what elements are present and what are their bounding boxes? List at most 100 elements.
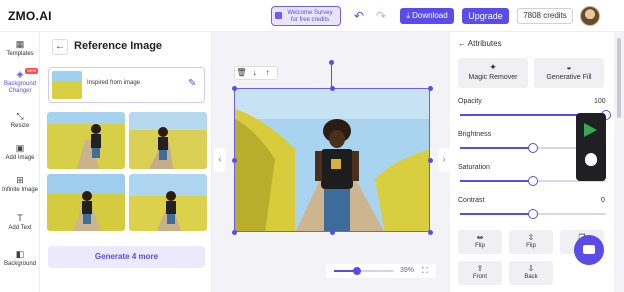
rail-label: Templates xyxy=(6,51,34,57)
gift-icon xyxy=(275,12,282,19)
rail-item-add-text[interactable]: T Add Text xyxy=(0,214,40,232)
rail-item-templates[interactable]: ▦ Templates xyxy=(0,40,40,58)
attributes-header[interactable]: ← Attributes xyxy=(458,39,502,48)
top-bar: ZMO.AI Welcome Survey for free credits ↶… xyxy=(0,0,624,32)
send-back-icon: ⇩ xyxy=(527,264,535,273)
rail-item-background-changer[interactable]: NEW ◈ Background Changer xyxy=(0,68,40,95)
variation-image xyxy=(129,112,207,169)
reference-panel: ← Reference Image Inspired from image ✎ xyxy=(40,32,212,292)
variation-tile[interactable] xyxy=(129,112,207,169)
bring-front-button[interactable]: ⇪ Front xyxy=(458,261,502,285)
attributes-title: Attributes xyxy=(467,39,502,48)
chat-button[interactable] xyxy=(574,235,604,265)
zoom-knob[interactable] xyxy=(353,267,362,275)
survey-line-2: for free credits xyxy=(290,17,330,23)
resize-handle[interactable] xyxy=(428,86,433,91)
next-arrow-icon[interactable]: › xyxy=(438,148,450,172)
button-label: Back xyxy=(524,274,538,280)
welcome-survey-button[interactable]: Welcome Survey for free credits xyxy=(271,6,341,26)
templates-icon: ▦ xyxy=(15,39,25,49)
scrollbar[interactable] xyxy=(614,32,624,292)
text-icon: T xyxy=(17,213,23,223)
variation-tile[interactable] xyxy=(47,174,125,231)
photo-image xyxy=(235,89,429,231)
button-label: Front xyxy=(472,274,487,280)
rail-item-add-image[interactable]: ▣ Add Image xyxy=(0,144,40,162)
rail-label: Add Text xyxy=(8,225,32,231)
button-label: Flip xyxy=(526,243,536,249)
previous-arrow-icon[interactable]: ‹ xyxy=(214,148,226,172)
redo-icon[interactable]: ↷ xyxy=(374,9,388,23)
generate-more-button[interactable]: Generate 4 more xyxy=(48,246,205,268)
slider-fill xyxy=(460,147,533,149)
resize-handle[interactable] xyxy=(330,230,335,235)
rail-label: Background Changer xyxy=(3,81,37,94)
back-arrow-icon[interactable]: ← xyxy=(52,39,68,55)
edit-pen-icon[interactable]: ✎ xyxy=(188,78,196,89)
fit-screen-icon[interactable]: ⛶ xyxy=(422,266,428,276)
zoom-percent: 39% xyxy=(400,267,415,274)
rail-item-background[interactable]: ◧ Background xyxy=(0,250,40,268)
slider-knob[interactable] xyxy=(528,176,538,186)
survey-line-1: Welcome Survey xyxy=(287,10,333,16)
bring-front-icon: ⇪ xyxy=(476,264,484,273)
magic-remover-button[interactable]: ✦ Magic Remover xyxy=(458,58,528,88)
app-store-popup xyxy=(576,113,606,181)
panel-title: Reference Image xyxy=(74,40,163,52)
scrollbar-thumb[interactable] xyxy=(617,38,621,118)
flip-horizontal-button[interactable]: ⇹ Flip xyxy=(458,230,502,254)
flip-horizontal-icon: ⇹ xyxy=(476,233,484,242)
send-back-button[interactable]: ⇩ Back xyxy=(509,261,553,285)
slider-knob[interactable] xyxy=(528,209,538,219)
magic-remover-label: Magic Remover xyxy=(468,74,518,81)
rail-item-infinite-image[interactable]: ⊞ Infinite Image xyxy=(0,176,40,194)
eraser-icon: ✦ xyxy=(489,62,497,72)
app-logo[interactable]: ZMO.AI xyxy=(8,9,52,23)
rotate-line xyxy=(331,62,332,88)
rail-label: Background xyxy=(3,261,37,267)
rotate-handle[interactable] xyxy=(329,60,334,65)
variation-tile[interactable] xyxy=(129,174,207,231)
contrast-label: Contrast xyxy=(458,197,485,204)
resize-handle[interactable] xyxy=(330,86,335,91)
variation-tile[interactable] xyxy=(47,112,125,169)
reference-thumbnail xyxy=(52,71,82,99)
move-up-icon[interactable]: ↑ xyxy=(261,67,274,79)
infinite-image-icon: ⊞ xyxy=(16,175,24,185)
resize-handle[interactable] xyxy=(232,230,237,235)
back-arrow-icon[interactable]: ← xyxy=(458,39,468,48)
google-play-icon[interactable] xyxy=(584,123,597,137)
zoom-control: 39% ⛶ xyxy=(326,264,436,278)
saturation-label: Saturation xyxy=(458,164,490,171)
generative-fill-button[interactable]: ◒ Generative Fill xyxy=(534,58,604,88)
slider-fill xyxy=(460,213,533,215)
avatar[interactable] xyxy=(580,6,600,26)
slider-fill xyxy=(460,180,533,182)
delete-icon[interactable]: 🗑 xyxy=(235,67,248,79)
variation-image xyxy=(47,174,125,231)
upgrade-button[interactable]: Upgrade xyxy=(462,8,509,24)
rail-label: Infinite Image xyxy=(1,187,39,193)
left-rail: ▦ Templates NEW ◈ Background Changer ⤡ R… xyxy=(0,32,40,292)
main-photo[interactable] xyxy=(234,88,430,232)
flip-vertical-button[interactable]: ⇳ Flip xyxy=(509,230,553,254)
download-button[interactable]: ⤓ Download xyxy=(400,8,454,24)
rail-label: Resize xyxy=(10,123,30,129)
opacity-value: 100 xyxy=(594,98,606,105)
resize-handle[interactable] xyxy=(428,230,433,235)
button-label: Flip xyxy=(475,243,485,249)
zoom-slider[interactable] xyxy=(334,267,394,275)
credits-badge[interactable]: 7808 credits xyxy=(517,8,573,24)
resize-icon: ⤡ xyxy=(16,111,24,121)
rail-item-resize[interactable]: ⤡ Resize xyxy=(0,112,40,130)
inspired-card[interactable]: Inspired from image ✎ xyxy=(48,67,205,103)
contrast-slider[interactable] xyxy=(460,209,606,219)
move-down-icon[interactable]: ↓ xyxy=(248,67,261,79)
slider-knob[interactable] xyxy=(528,143,538,153)
resize-handle[interactable] xyxy=(428,158,433,163)
resize-handle[interactable] xyxy=(232,158,237,163)
resize-handle[interactable] xyxy=(232,86,237,91)
apple-icon[interactable] xyxy=(585,153,597,166)
undo-icon[interactable]: ↶ xyxy=(352,9,366,23)
opacity-label: Opacity xyxy=(458,98,482,105)
